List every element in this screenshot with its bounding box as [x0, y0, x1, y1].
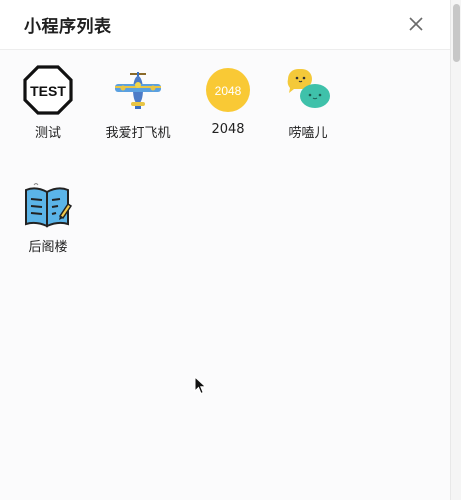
game-2048-icon-text: 2048	[215, 84, 242, 98]
test-icon-text: TEST	[30, 83, 66, 99]
app-item-2048[interactable]: 2048 2048	[188, 64, 268, 137]
test-app-icon: TEST	[23, 65, 73, 115]
mini-program-list-window: 小程序列表 TEST 测试 我爱打飞机 2048 2048 唠嗑儿 后阁楼	[0, 0, 461, 500]
app-item-test[interactable]: TEST 测试	[8, 64, 88, 141]
app-label-2048: 2048	[211, 122, 245, 137]
game-2048-icon: 2048	[206, 68, 250, 112]
airplane-icon	[115, 72, 161, 109]
app-label-plane: 我爱打飞机	[105, 126, 171, 141]
app-item-plane[interactable]: 我爱打飞机	[98, 64, 178, 141]
chat-bubbles-icon	[287, 69, 330, 108]
scrollbar-thumb[interactable]	[453, 4, 460, 62]
mouse-cursor-icon	[194, 376, 207, 395]
book-pen-icon	[25, 183, 73, 228]
app-item-loft[interactable]: 后阁楼	[8, 178, 88, 255]
close-icon	[409, 17, 423, 31]
app-item-chat[interactable]: 唠嗑儿	[268, 64, 348, 141]
app-label-loft: 后阁楼	[28, 240, 68, 255]
app-label-test: 测试	[34, 126, 61, 141]
header: 小程序列表	[0, 0, 450, 50]
app-label-chat: 唠嗑儿	[288, 126, 328, 141]
app-grid: TEST 测试 我爱打飞机 2048 2048 唠嗑儿 后阁楼	[0, 50, 450, 500]
scrollbar-track[interactable]	[450, 0, 461, 500]
page-title: 小程序列表	[24, 17, 112, 37]
close-button[interactable]	[405, 13, 427, 35]
